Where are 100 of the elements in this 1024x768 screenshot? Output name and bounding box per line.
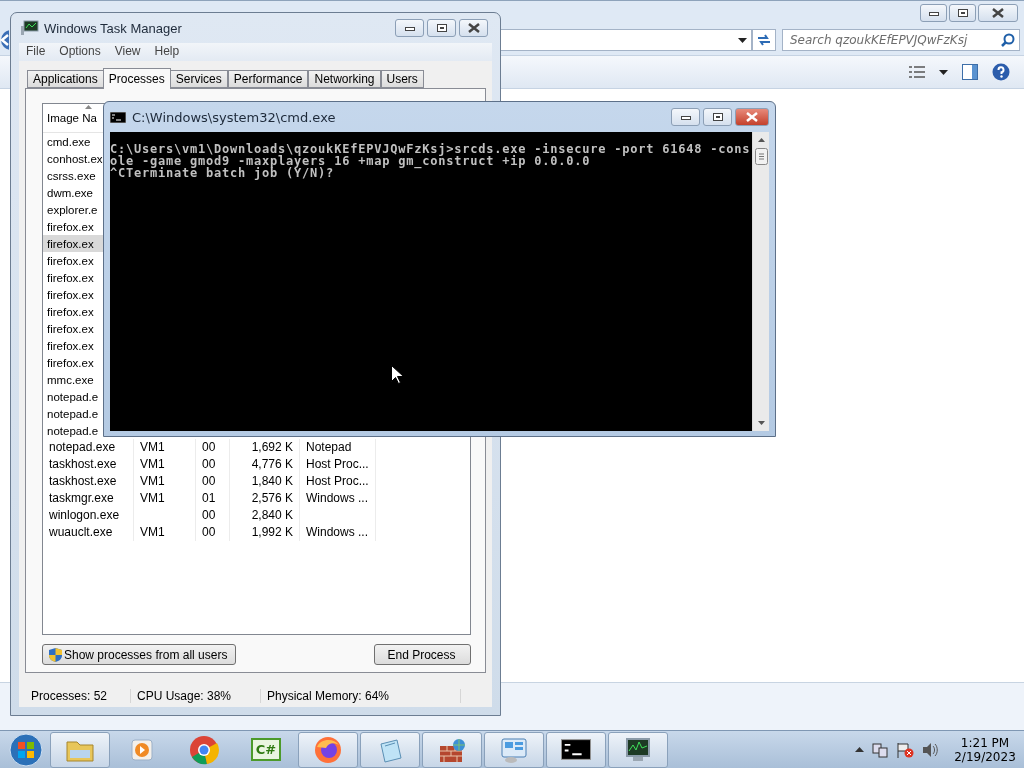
process-row[interactable]: cmd.exe — [43, 133, 103, 150]
show-all-users-button[interactable]: Show processes from all users — [42, 644, 237, 665]
end-process-button[interactable]: End Process — [374, 644, 471, 665]
cpu-value: 00 — [202, 474, 216, 488]
process-row[interactable]: winlogon.exe 00 2,840 K — [43, 507, 470, 524]
process-row[interactable]: csrss.exe — [43, 167, 103, 184]
process-row[interactable]: firefox.ex — [43, 269, 103, 286]
taskbar-button[interactable] — [608, 731, 668, 768]
process-row[interactable]: notepad.e — [43, 422, 103, 439]
memory-value: 1,840 K — [251, 474, 293, 488]
description: Windows ... — [306, 491, 368, 505]
monitor-icon — [21, 20, 39, 36]
close-button[interactable] — [735, 108, 769, 126]
dropdown-icon — [738, 37, 747, 43]
csharp-icon: C# — [250, 738, 282, 761]
status-text: CPU Usage: 38% — [137, 689, 232, 703]
process-row[interactable]: explorer.e — [43, 201, 103, 218]
close-icon — [746, 112, 758, 122]
cpu-value: 00 — [202, 457, 216, 471]
cpu-value: 00 — [202, 508, 216, 522]
description: Host Proc... — [306, 457, 369, 471]
console-line: ^CTerminate batch job (Y/N)? — [110, 167, 336, 179]
process-row[interactable]: firefox.ex — [43, 320, 103, 337]
taskbar-button[interactable]: C# — [236, 731, 296, 768]
tab[interactable]: Networking — [308, 70, 381, 88]
process-row[interactable]: dwm.exe — [43, 184, 103, 201]
console-icon — [561, 739, 591, 760]
minimize-icon — [680, 114, 691, 120]
view-list-icon[interactable] — [909, 65, 925, 79]
tab[interactable]: Applications — [27, 70, 104, 88]
shield-icon — [49, 647, 62, 662]
close-button[interactable] — [978, 4, 1018, 22]
user-name: VM1 — [140, 457, 165, 471]
memory-value: 4,776 K — [251, 457, 293, 471]
minimize-button[interactable] — [920, 4, 947, 22]
process-row[interactable]: conhost.ex — [43, 150, 103, 167]
speaker-icon[interactable] — [922, 741, 938, 758]
tab[interactable]: Performance — [227, 70, 309, 88]
process-row[interactable]: notepad.exe VM1 00 1,692 K Notepad — [43, 439, 470, 456]
process-name: taskmgr.exe — [49, 491, 114, 505]
firefox-icon — [313, 734, 343, 765]
restore-button[interactable] — [949, 4, 976, 22]
menu-item[interactable]: Options — [52, 43, 108, 61]
description: Windows ... — [306, 525, 368, 539]
search-icon — [1001, 33, 1015, 47]
process-row[interactable]: mmc.exe — [43, 371, 103, 388]
status-text: Processes: 52 — [31, 689, 108, 703]
process-row[interactable]: taskhost.exe VM1 00 4,776 K Host Proc... — [43, 456, 470, 473]
tab[interactable]: Users — [380, 70, 424, 88]
process-row[interactable]: notepad.e — [43, 388, 103, 405]
monitor-icon — [623, 735, 653, 764]
console-line: ole -game gmod9 -maxplayers 16 +map gm_construct +ip 0.0.0.0 — [110, 155, 592, 167]
minimize-button[interactable] — [671, 108, 700, 126]
column-header[interactable]: Image Na — [47, 112, 97, 124]
tab[interactable]: Processes — [102, 68, 171, 89]
control-panel-icon — [499, 735, 529, 764]
preview-pane-icon[interactable] — [962, 64, 978, 80]
process-row[interactable]: wuauclt.exe VM1 00 1,992 K Windows ... — [43, 524, 470, 541]
process-row[interactable]: firefox.ex — [43, 337, 103, 354]
process-row[interactable]: firefox.ex — [43, 354, 103, 371]
process-row[interactable]: taskmgr.exe VM1 01 2,576 K Windows ... — [43, 490, 470, 507]
window-title: Windows Task Manager — [44, 20, 183, 36]
process-name: wuauclt.exe — [49, 525, 113, 539]
refresh-button[interactable] — [752, 29, 776, 51]
play-icon — [129, 736, 155, 763]
clock[interactable]: 1:21 PM 2/19/2023 — [954, 735, 1016, 764]
cpu-value: 01 — [202, 491, 216, 505]
process-row[interactable]: notepad.e — [43, 405, 103, 422]
process-row[interactable]: firefox.ex — [43, 235, 103, 252]
network-icon[interactable] — [872, 741, 888, 758]
help-icon[interactable] — [992, 63, 1010, 81]
refresh-icon — [756, 34, 772, 46]
flag-icon[interactable] — [896, 741, 914, 758]
scroll-thumb[interactable] — [754, 148, 768, 165]
dropdown-icon[interactable] — [939, 69, 948, 75]
close-button[interactable] — [459, 19, 488, 37]
user-name: VM1 — [140, 525, 165, 539]
search-field[interactable]: Search qzoukKEfEPVJQwFzKsj — [782, 29, 1020, 51]
minimize-icon — [928, 10, 939, 16]
menu-item[interactable]: View — [107, 43, 148, 61]
menu-item[interactable]: Help — [147, 43, 187, 61]
process-name: notepad.exe — [49, 440, 116, 454]
memory-value: 2,840 K — [251, 508, 293, 522]
process-row[interactable]: taskhost.exe VM1 00 1,840 K Host Proc... — [43, 473, 470, 490]
taskbar-button[interactable] — [546, 731, 606, 768]
process-name: taskhost.exe — [49, 474, 117, 488]
minimize-button[interactable] — [395, 19, 424, 37]
tab[interactable]: Services — [169, 70, 228, 88]
scroll-up-icon — [757, 138, 765, 142]
close-icon — [467, 23, 480, 33]
show-hidden-icon[interactable] — [855, 747, 864, 752]
maximize-button[interactable] — [427, 19, 456, 37]
process-row[interactable]: firefox.ex — [43, 218, 103, 235]
process-row[interactable]: firefox.ex — [43, 252, 103, 269]
description: Host Proc... — [306, 474, 369, 488]
menu-item[interactable]: File — [19, 43, 53, 61]
process-row[interactable]: firefox.ex — [43, 303, 103, 320]
chrome-icon — [189, 734, 219, 765]
maximize-button[interactable] — [703, 108, 732, 126]
process-row[interactable]: firefox.ex — [43, 286, 103, 303]
